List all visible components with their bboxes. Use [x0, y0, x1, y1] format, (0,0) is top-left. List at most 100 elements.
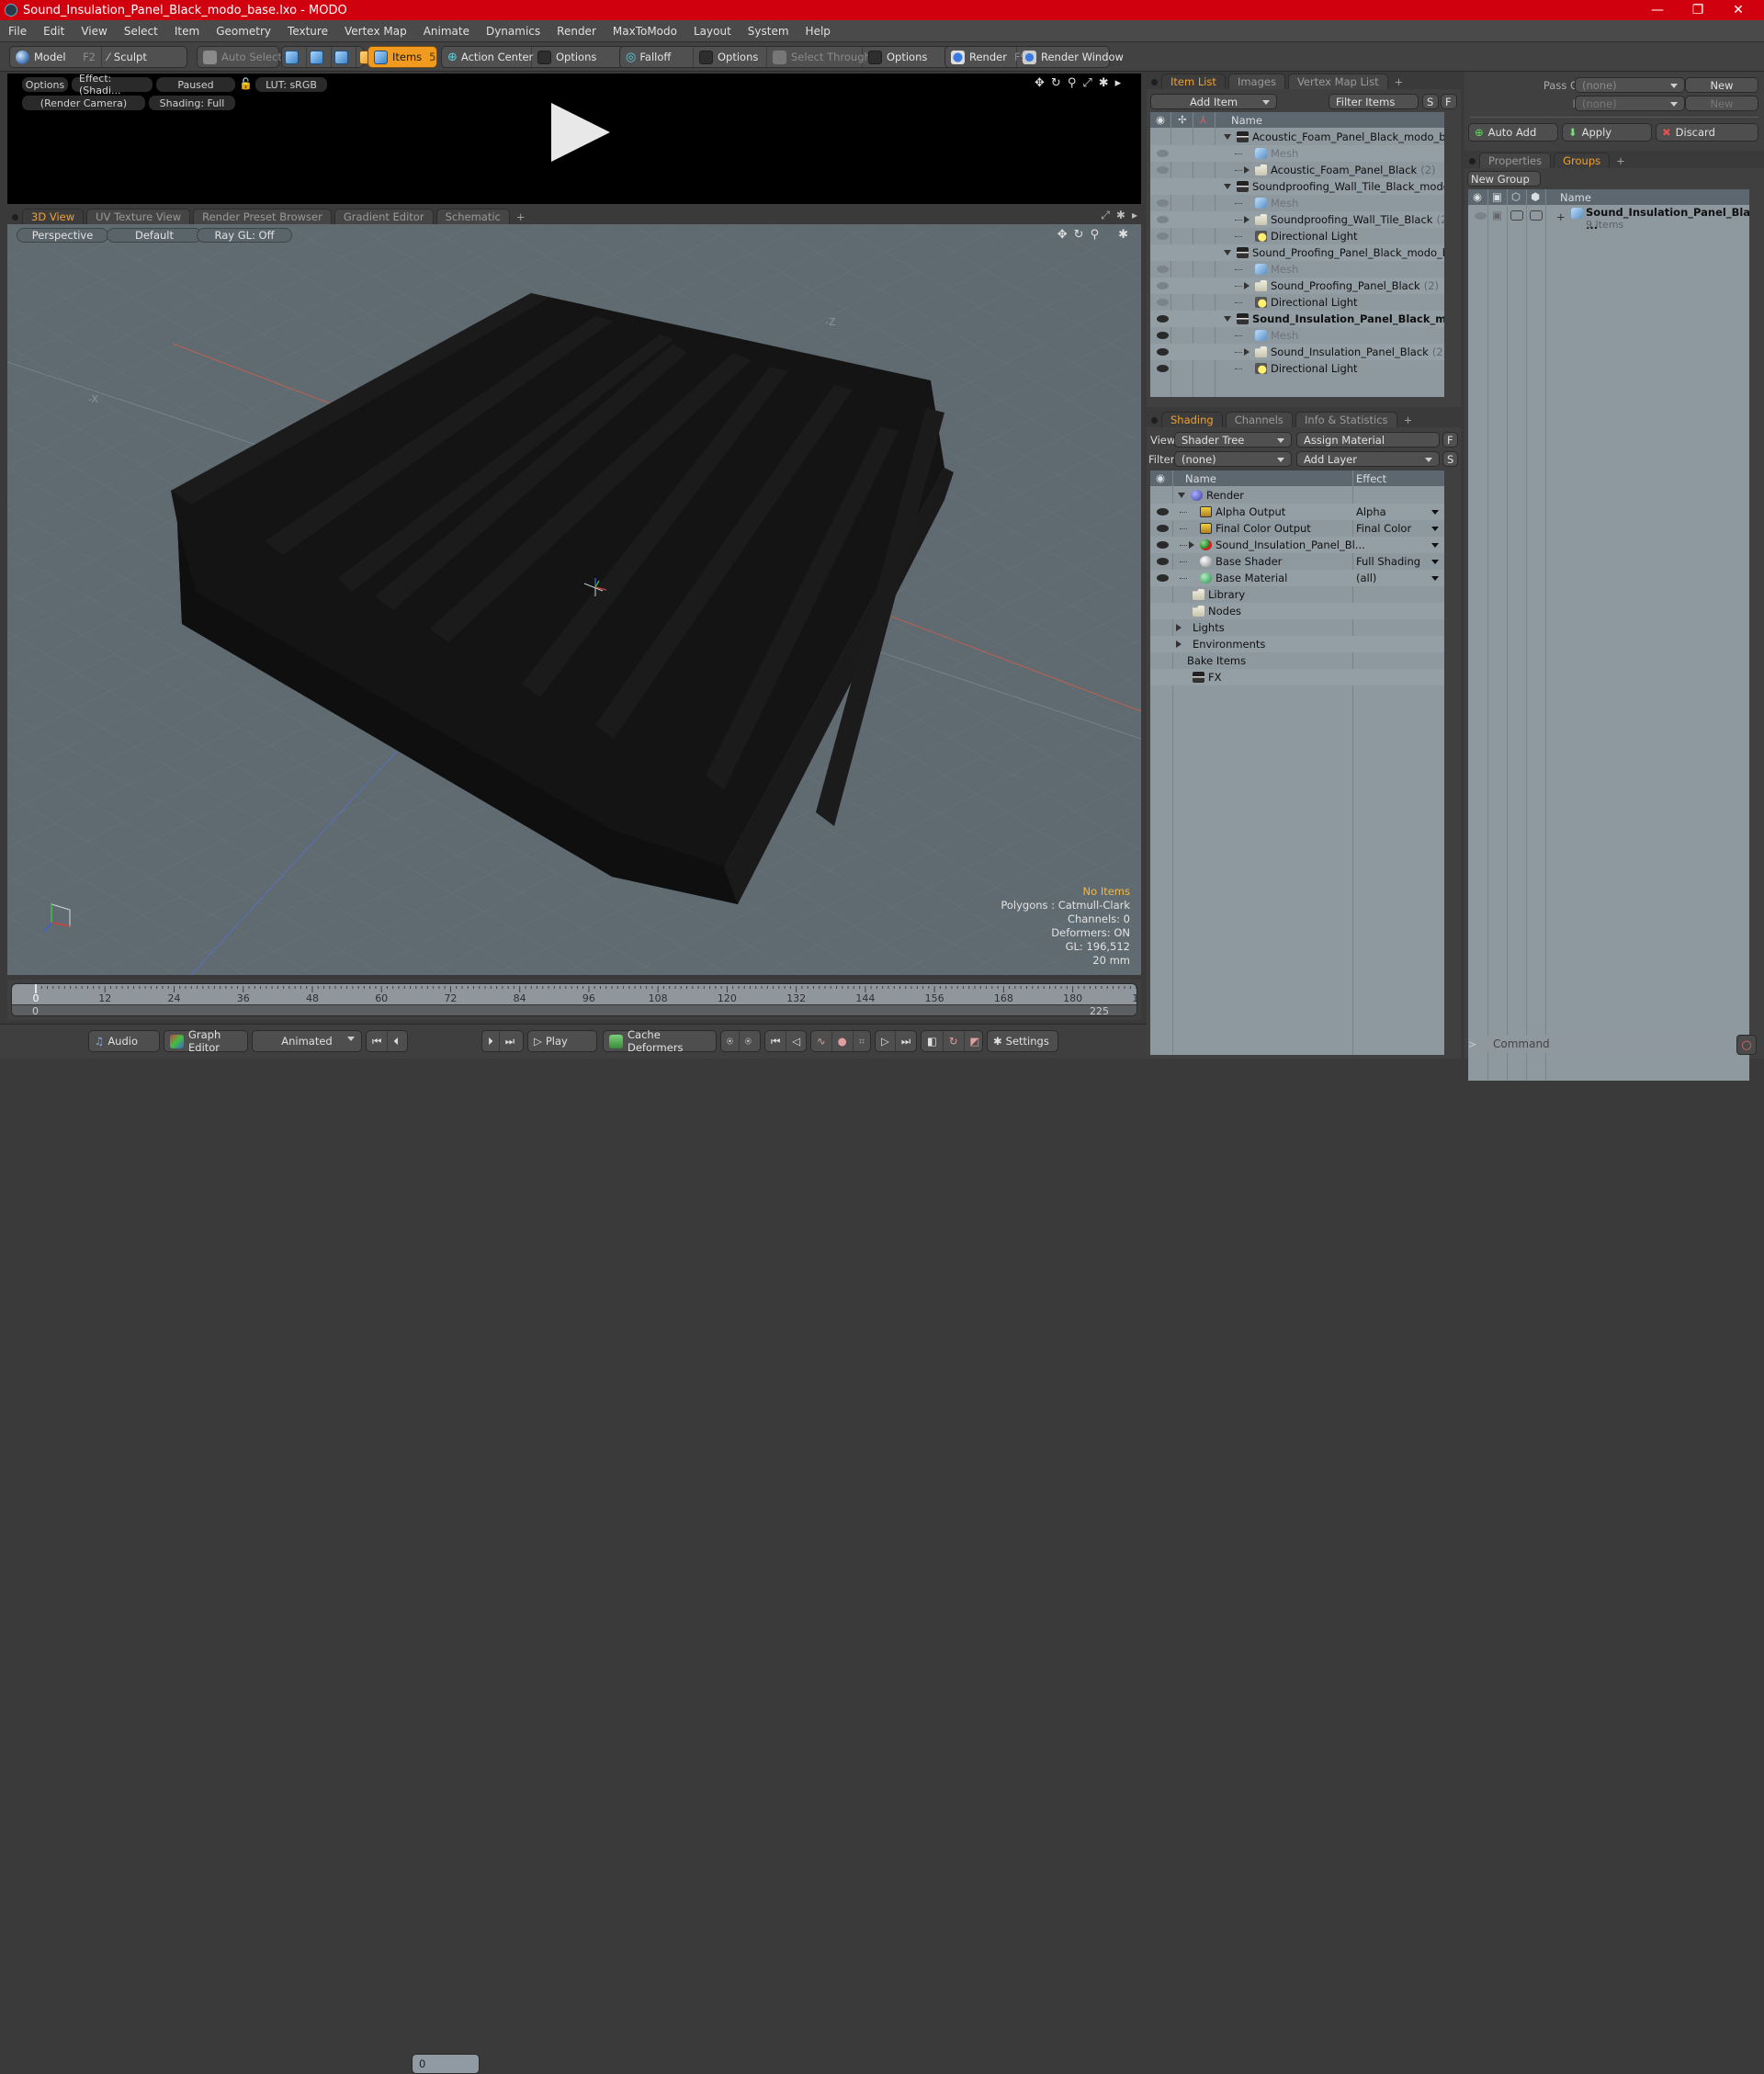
zoom-icon[interactable]: ⚲ [1091, 228, 1100, 242]
expand-arrow-icon[interactable] [1189, 541, 1194, 549]
panel-menu-dot[interactable] [1469, 158, 1476, 164]
polygons-mode-button[interactable] [332, 47, 356, 67]
close-button[interactable]: ✕ [1718, 0, 1758, 20]
shader-tree-row[interactable]: Library [1150, 586, 1444, 603]
expand-arrow-icon[interactable] [1244, 282, 1250, 289]
rotate-icon[interactable]: ↻ [1074, 228, 1084, 242]
new-pass-button[interactable]: New [1685, 96, 1758, 111]
timeline-ruler[interactable]: 0 12 24 36 48 60 72 84 96 108 120 132 144 156 168 180 19… [11, 983, 1137, 1016]
tab-info-statistics[interactable]: Info & Statistics [1295, 412, 1397, 427]
model-mode-button[interactable]: Model F2 [10, 47, 102, 67]
menu-geometry[interactable]: Geometry [208, 25, 279, 38]
effect-dropdown-arrow-icon[interactable] [1431, 510, 1439, 515]
panel-menu-dot[interactable] [12, 214, 18, 221]
maximize-icon[interactable]: ⤢ [1101, 209, 1110, 222]
raygl-toggle[interactable]: Ray GL: Off [197, 228, 292, 243]
item-list-row[interactable]: Sound_Proofing_Panel_Black_modo_bas ... [1150, 244, 1444, 261]
preview-options-button[interactable]: Options [22, 77, 68, 92]
animation-mode-dropdown[interactable]: Animated [252, 1030, 362, 1052]
expand-arrow-icon[interactable] [1176, 640, 1182, 648]
view-style-dropdown[interactable]: Default [107, 228, 202, 243]
effect-column-header[interactable]: Effect [1356, 472, 1386, 485]
eye-icon[interactable] [1157, 365, 1169, 372]
projection-dropdown[interactable]: Perspective [17, 228, 108, 243]
expand-arrow-icon[interactable] [1244, 216, 1250, 223]
preview-effect-dropdown[interactable]: Effect: (Shadi... [72, 73, 153, 96]
expand-arrow-icon[interactable] [1224, 184, 1231, 189]
graph-editor-button[interactable]: Graph Editor [164, 1028, 248, 1054]
tab-render-preset-browser[interactable]: Render Preset Browser [193, 209, 332, 224]
menu-item[interactable]: Item [166, 25, 208, 38]
tab-properties[interactable]: Properties [1479, 153, 1552, 168]
item-list-row[interactable]: Directional Light [1150, 294, 1444, 311]
tab-groups[interactable]: Groups [1554, 153, 1611, 168]
panel-menu-dot[interactable] [1151, 79, 1158, 85]
command-input[interactable]: Command [1485, 1036, 1733, 1052]
lut-dropdown[interactable]: LUT: sRGB [255, 77, 327, 92]
menu-render[interactable]: Render [548, 25, 605, 38]
eye-icon[interactable] [1157, 299, 1169, 306]
shader-tree-row[interactable]: Environments [1150, 636, 1444, 652]
falloff-button[interactable]: ◎ Falloff [620, 47, 694, 67]
layer-effect[interactable]: Full Shading [1356, 555, 1420, 568]
item-list-row[interactable]: Acoustic_Foam_Panel_Black_modo_base... [1150, 129, 1444, 145]
item-list-row[interactable]: Mesh [1150, 261, 1444, 278]
effect-dropdown-arrow-icon[interactable] [1431, 543, 1439, 548]
new-group-button[interactable]: New Group [1467, 171, 1541, 187]
timeline-range-bar[interactable]: 0 225 [12, 1004, 1136, 1015]
tab-gradient-editor[interactable]: Gradient Editor [334, 209, 434, 224]
assign-material-button[interactable]: Assign Material [1296, 432, 1440, 448]
arrow-right-icon[interactable]: ▸ [1115, 76, 1122, 90]
layer-effect[interactable]: (all) [1356, 572, 1376, 584]
auto-select-button[interactable]: Auto Select [198, 47, 288, 67]
shader-tree-row[interactable]: Alpha Output Alpha [1150, 504, 1444, 520]
expand-arrow-icon[interactable] [1224, 250, 1231, 255]
select-through-button[interactable]: Select Through [767, 47, 871, 67]
minimize-button[interactable]: — [1637, 0, 1678, 20]
effect-dropdown-arrow-icon[interactable] [1431, 576, 1439, 581]
menu-animate[interactable]: Animate [415, 25, 478, 38]
last-frame-button[interactable]: ⏭ [500, 1031, 520, 1051]
item-list-row[interactable]: Directional Light [1150, 360, 1444, 377]
next-key-button[interactable]: ▷ [876, 1031, 896, 1051]
auto-add-button[interactable]: ⊕ Auto Add [1468, 123, 1558, 142]
auto-key-button[interactable]: ∿ [811, 1031, 832, 1051]
edges-mode-button[interactable] [307, 47, 332, 67]
pan-icon[interactable]: ✥ [1057, 228, 1068, 242]
apply-button[interactable]: ⬇ Apply [1562, 123, 1652, 142]
shader-tree-row[interactable]: Base Shader Full Shading [1150, 553, 1444, 570]
action-center-button[interactable]: ⊕ Action Center [442, 47, 533, 67]
items-mode-button[interactable]: Items 5 [368, 46, 437, 68]
loop-button[interactable]: ↻ [944, 1031, 965, 1051]
render-toggle-icon[interactable]: ▣ [1492, 209, 1502, 221]
shader-tree-row[interactable]: Sound_Insulation_Panel_Bl... [1150, 537, 1444, 553]
eye-icon[interactable] [1157, 348, 1169, 356]
audio-button[interactable]: ♫ Audio [88, 1030, 160, 1052]
vertices-mode-button[interactable] [282, 47, 307, 67]
add-tab-button[interactable]: + [1400, 412, 1417, 427]
view-dropdown[interactable]: Shader Tree [1174, 432, 1292, 448]
eye-icon[interactable] [1157, 315, 1169, 323]
prev-key-alt-button[interactable]: ◁ [786, 1031, 806, 1051]
item-list-row[interactable]: Mesh [1150, 327, 1444, 344]
menu-file[interactable]: File [0, 25, 35, 38]
shader-tree-row[interactable]: Render [1150, 487, 1444, 504]
shader-tree-row[interactable]: Nodes [1150, 603, 1444, 619]
menu-layout[interactable]: Layout [685, 25, 740, 38]
expand-arrow-icon[interactable] [1244, 348, 1250, 356]
eye-icon[interactable] [1157, 150, 1169, 157]
menu-vertex-map[interactable]: Vertex Map [336, 25, 415, 38]
panel-menu-dot[interactable] [1151, 417, 1158, 424]
current-frame-field[interactable]: 0 [412, 2054, 480, 2074]
next-frame-button[interactable]: ⏵ [482, 1031, 500, 1051]
expand-plus-icon[interactable]: + [1556, 210, 1566, 223]
shading-dropdown[interactable]: Shading: Full [149, 96, 235, 110]
eye-icon[interactable] [1157, 266, 1169, 273]
menu-select[interactable]: Select [116, 25, 166, 38]
menu-dynamics[interactable]: Dynamics [478, 25, 548, 38]
render-button[interactable]: Render F9 [945, 47, 1027, 67]
tab-shading[interactable]: Shading [1161, 412, 1223, 427]
item-list-row[interactable]: Soundproofing_Wall_Tile_Black_modo_b ... [1150, 178, 1444, 195]
cache-deformers-button[interactable]: Cache Deformers [603, 1028, 717, 1054]
pass-groups-dropdown[interactable]: (none) [1575, 77, 1685, 93]
